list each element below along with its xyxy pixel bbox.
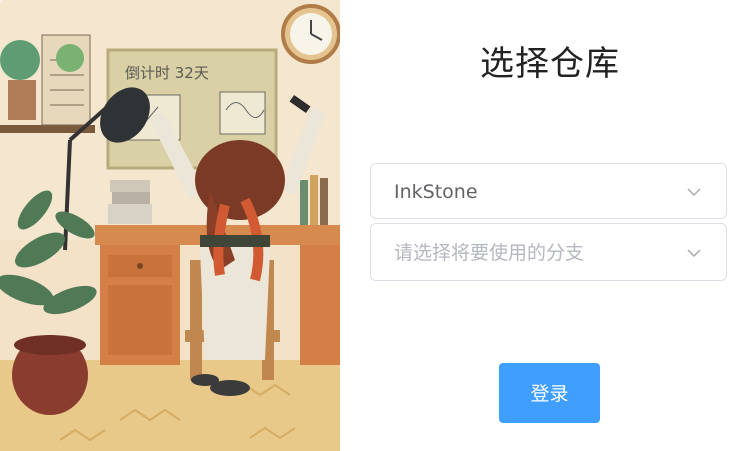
branch-select-placeholder: 请选择将要使用的分支 — [394, 242, 585, 264]
chevron-down-icon — [687, 249, 701, 258]
repo-select[interactable]: InkStone — [370, 163, 727, 219]
branch-select[interactable]: 请选择将要使用的分支 — [370, 223, 727, 281]
login-button[interactable]: 登录 — [499, 363, 600, 423]
chevron-down-icon — [687, 188, 701, 197]
study-desk-illustration: 倒计时 32天 — [0, 0, 340, 451]
page-title: 选择仓库 — [480, 44, 620, 84]
repo-select-panel: 选择仓库 InkStone 请选择将要使用的分支 登录 — [340, 0, 756, 451]
board-text: 倒计时 32天 — [125, 64, 209, 82]
repo-select-value: InkStone — [394, 181, 478, 203]
